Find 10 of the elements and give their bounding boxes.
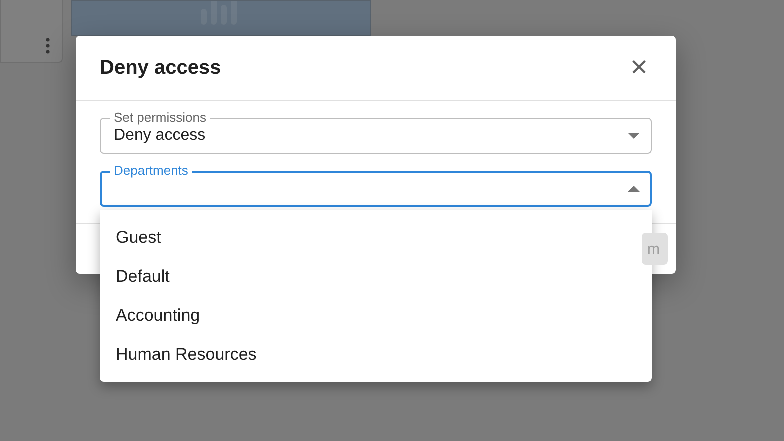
menu-option[interactable]: Human Resources: [100, 335, 652, 374]
field-label: Departments: [110, 163, 192, 179]
close-button[interactable]: ×: [626, 53, 652, 83]
dialog-title: Deny access: [100, 56, 222, 80]
select-field[interactable]: Set permissions Deny access: [100, 110, 652, 154]
menu-option[interactable]: Accounting: [100, 296, 652, 335]
select-field[interactable]: Departments: [100, 163, 652, 207]
field-label: Set permissions: [110, 110, 210, 126]
more-icon[interactable]: [46, 38, 50, 54]
field-value: Deny access: [114, 127, 206, 145]
